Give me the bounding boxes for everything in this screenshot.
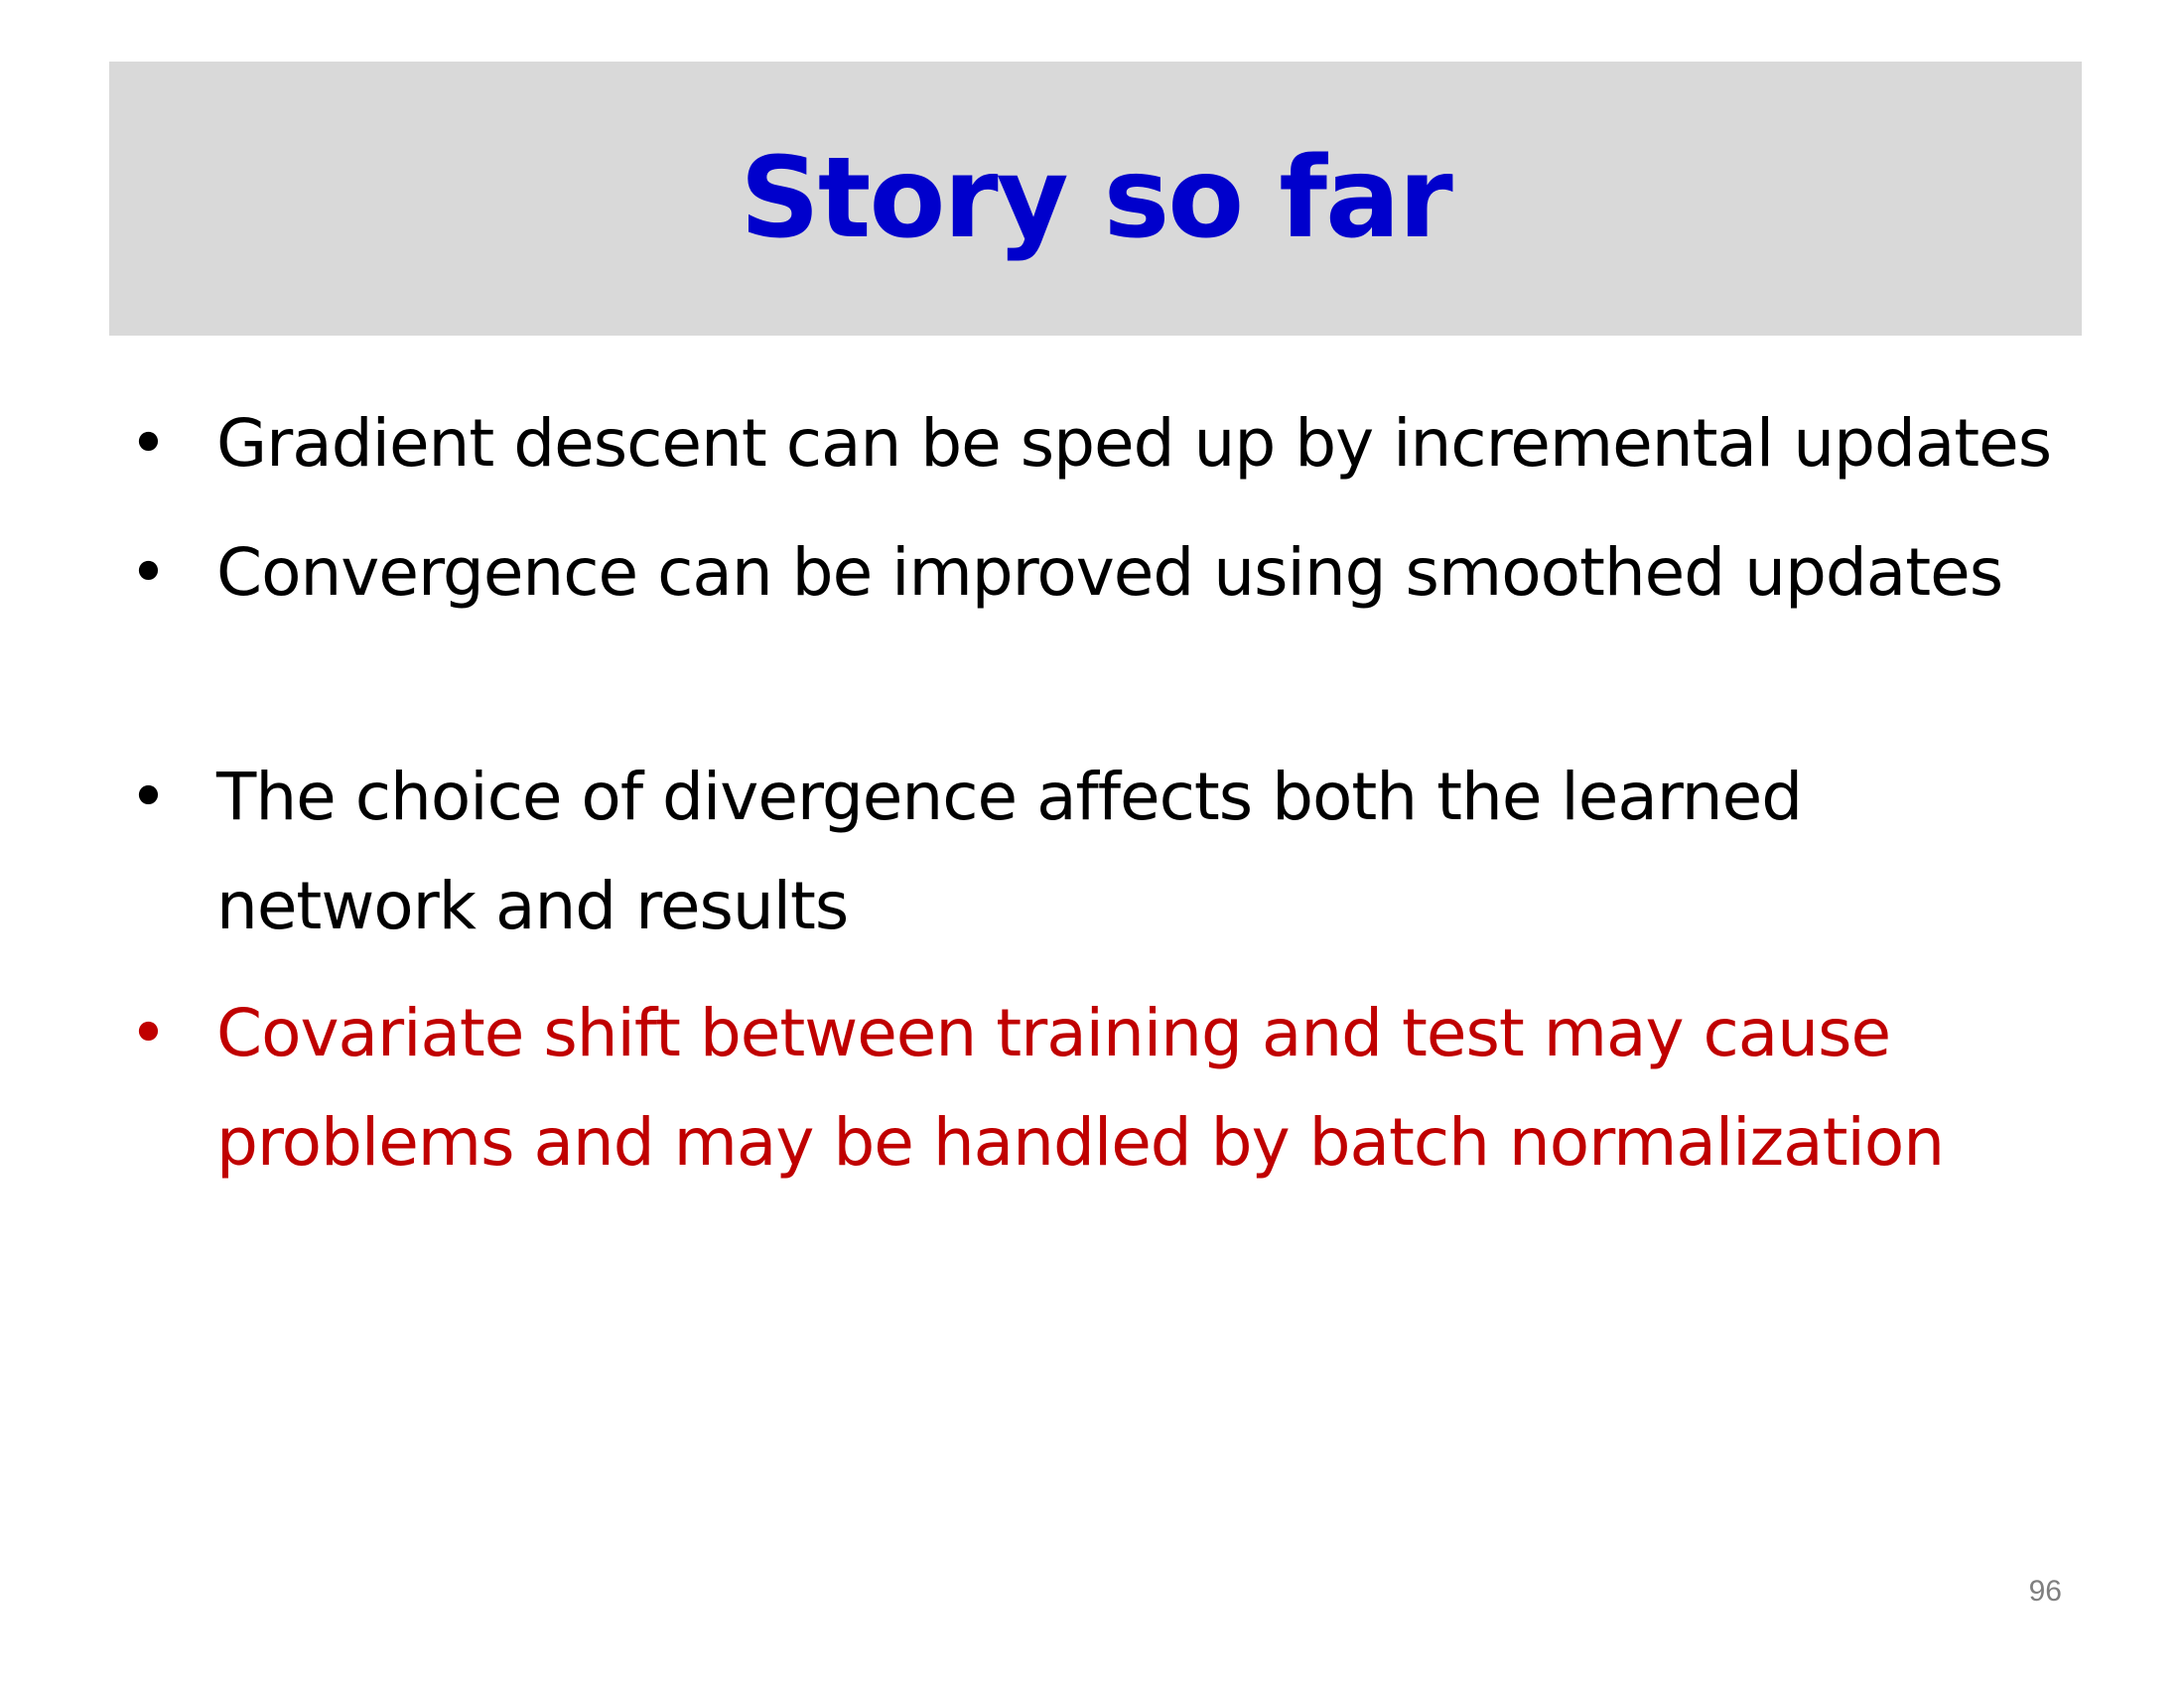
bullet-list: • Gradient descent can be sped up by inc… <box>129 389 2075 1197</box>
bullet-item: • Gradient descent can be sped up by inc… <box>129 389 2075 498</box>
bullet-item: • Convergence can be improved using smoo… <box>129 518 2075 628</box>
bullet-text: Gradient descent can be sped up by incre… <box>216 405 2052 482</box>
slide: Story so far • Gradient descent can be s… <box>0 0 2184 1688</box>
bullet-dot: • <box>129 995 168 1071</box>
bullet-dot: • <box>129 534 168 611</box>
bullet-dot: • <box>129 405 168 482</box>
page-number: 96 <box>2028 1575 2062 1608</box>
bullet-dot: • <box>129 759 168 835</box>
bullet-text: Covariate shift between training and tes… <box>216 995 1945 1181</box>
bullet-text: The choice of divergence affects both th… <box>216 759 1803 944</box>
bullet-item-highlighted: • Covariate shift between training and t… <box>129 979 2075 1197</box>
bullet-text: Convergence can be improved using smooth… <box>216 534 2003 611</box>
slide-title: Story so far <box>740 134 1453 263</box>
title-bar: Story so far <box>109 62 2082 336</box>
bullet-item: • The choice of divergence affects both … <box>129 743 2075 961</box>
